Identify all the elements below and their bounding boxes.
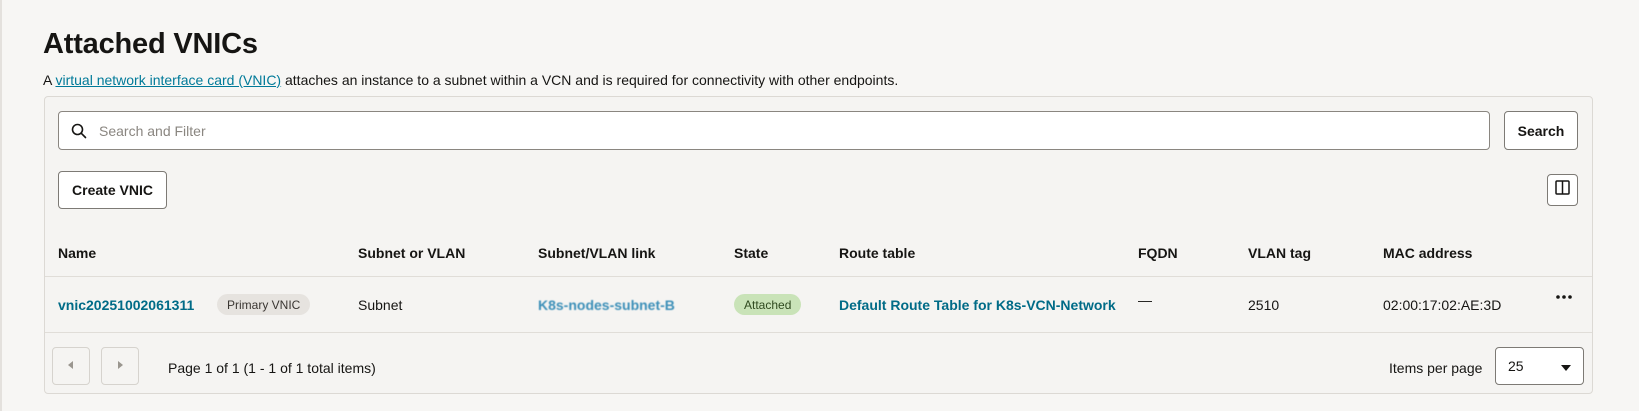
description-suffix: attaches an instance to a subnet within … [281, 72, 899, 88]
page-title: Attached VNICs [43, 28, 258, 60]
subnet-link[interactable]: K8s-nodes-subnet-B [538, 297, 675, 313]
fqdn-cell: — [1138, 292, 1152, 308]
items-per-page-select[interactable]: 25 [1495, 347, 1584, 385]
previous-page-button[interactable] [52, 347, 90, 385]
primary-vnic-badge: Primary VNIC [217, 294, 311, 315]
chevron-down-icon [1561, 358, 1571, 374]
vnic-name-link[interactable]: vnic20251002061311 [58, 297, 194, 313]
columns-icon [1555, 180, 1570, 200]
pagination-info: Page 1 of 1 (1 - 1 of 1 total items) [168, 360, 376, 376]
column-header-vlan-tag[interactable]: VLAN tag [1248, 245, 1311, 261]
column-header-fqdn[interactable]: FQDN [1138, 245, 1178, 261]
column-chooser-button[interactable] [1547, 174, 1578, 206]
column-header-subnet-vlan-link[interactable]: Subnet/VLAN link [538, 245, 655, 261]
column-header-subnet-or-vlan[interactable]: Subnet or VLAN [358, 245, 465, 261]
description-prefix: A [43, 72, 56, 88]
table-footer-divider [45, 332, 1592, 333]
subnet-or-vlan-cell: Subnet [358, 297, 403, 313]
more-actions-icon[interactable] [1550, 285, 1578, 309]
column-header-mac-address[interactable]: MAC address [1383, 245, 1472, 261]
items-per-page-label: Items per page [1389, 360, 1483, 376]
search-input[interactable] [99, 112, 1479, 149]
caret-right-icon [116, 357, 124, 375]
search-icon [59, 123, 99, 139]
caret-left-icon [67, 357, 75, 375]
table-header-divider [45, 276, 1592, 277]
vnic-doc-link[interactable]: virtual network interface card (VNIC) [55, 72, 281, 88]
next-page-button[interactable] [101, 347, 139, 385]
column-header-name[interactable]: Name [58, 245, 96, 261]
route-table-link[interactable]: Default Route Table for K8s-VCN-Network [839, 297, 1116, 313]
page-description: A virtual network interface card (VNIC) … [43, 72, 898, 88]
route-table-link-text[interactable]: Default Route Table for K8s-VCN-Network [839, 297, 1116, 313]
column-header-state[interactable]: State [734, 245, 768, 261]
search-button[interactable]: Search [1504, 111, 1578, 150]
state-badge: Attached [734, 294, 802, 315]
left-edge-divider [0, 0, 2, 411]
search-filter-field[interactable] [58, 111, 1490, 150]
items-per-page-value: 25 [1508, 358, 1524, 374]
column-header-route-table[interactable]: Route table [839, 245, 915, 261]
mac-address-cell: 02:00:17:02:AE:3D [1383, 297, 1502, 313]
vlan-tag-cell: 2510 [1248, 297, 1280, 313]
create-vnic-button[interactable]: Create VNIC [58, 171, 167, 209]
